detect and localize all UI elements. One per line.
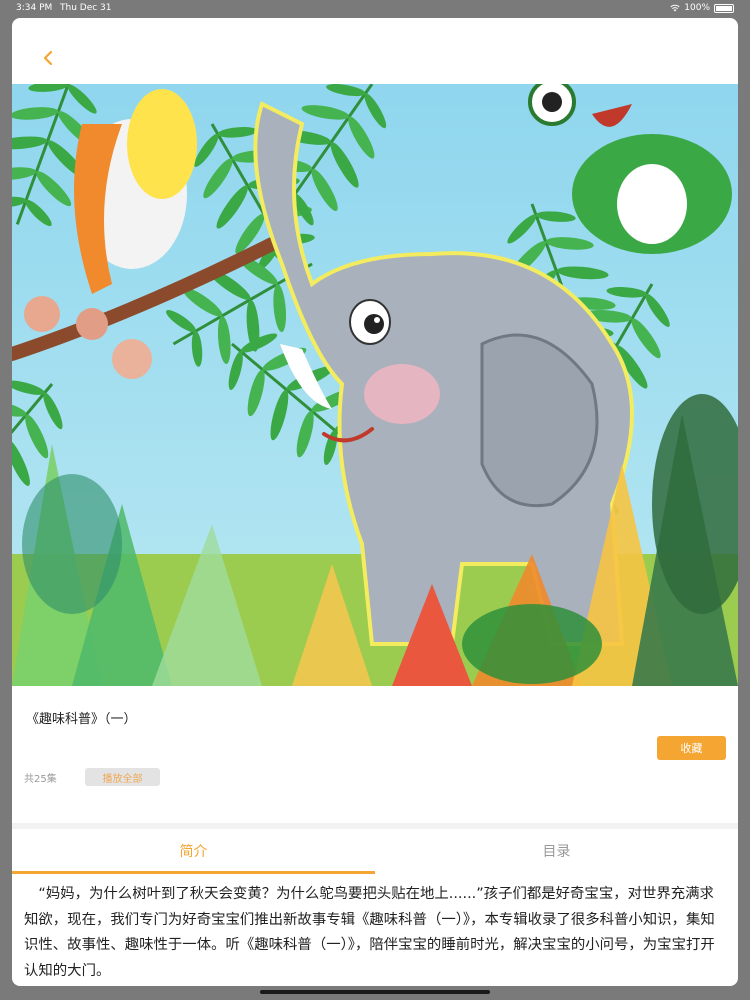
tab-intro[interactable]: 简介 <box>12 829 375 873</box>
episode-count: 共25集 <box>24 774 57 785</box>
status-right: 100% <box>670 0 734 16</box>
favorite-button[interactable]: 收藏 <box>657 736 726 760</box>
home-indicator[interactable] <box>260 990 490 994</box>
nav-bar <box>12 18 738 84</box>
album-cover-image <box>12 84 738 686</box>
chevron-left-icon[interactable] <box>40 48 56 68</box>
album-title: 《趣味科普》（一） <box>26 712 137 727</box>
tab-bar: 简介 目录 <box>12 829 738 875</box>
album-sheet: 《趣味科普》（一） 收藏 共25集 播放全部 简介 目录 “妈妈，为什么树叶到了… <box>12 18 738 986</box>
status-time: 3:34 PM <box>16 3 53 13</box>
play-all-button[interactable]: 播放全部 <box>85 768 160 786</box>
album-intro-text: “妈妈，为什么树叶到了秋天会变黄？为什么鸵鸟要把头贴在地上......”孩子们都… <box>24 886 715 979</box>
battery-percent: 100% <box>684 3 710 13</box>
status-bar: 3:34 PM Thu Dec 31 100% <box>0 0 750 16</box>
tab-catalog[interactable]: 目录 <box>375 829 738 873</box>
tab-active-indicator <box>12 871 375 874</box>
battery-icon <box>714 3 734 13</box>
wifi-icon <box>670 4 680 12</box>
status-date: Thu Dec 31 <box>60 3 112 13</box>
